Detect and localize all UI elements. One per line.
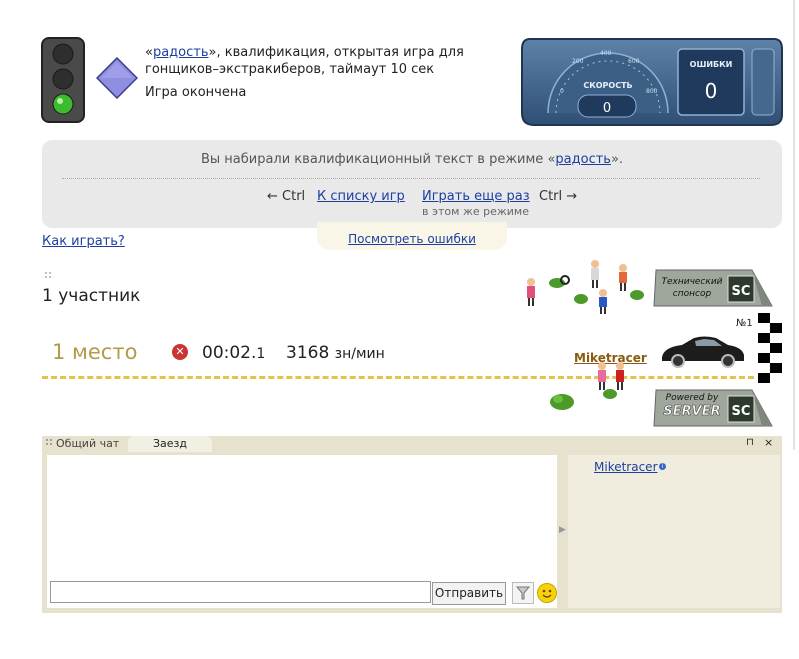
rank-label: №1 [736,318,753,329]
chat-drag-handle-icon[interactable] [45,438,53,448]
powered-by-banner: Powered by SERVER SC [653,389,773,427]
technical-sponsor-banner: Технический спонсор SC [653,269,773,307]
place-label: 1 место [52,340,138,364]
collapse-arrow-icon[interactable]: ▶ [559,525,566,535]
race-time-decimal: 1 [256,346,266,362]
chat-users-list: Miketracer i [568,455,780,608]
smiley-icon[interactable] [537,583,557,603]
qualification-message: Вы набирали квалификационный текст в реж… [42,152,782,167]
race-time-main: 00:02. [202,343,257,363]
typing-speed-unit: зн/мин [334,346,385,362]
how-to-play-link[interactable]: Как играть? [42,234,125,249]
sponsor-line1: Технический [661,277,722,287]
filter-icon[interactable] [512,582,534,604]
speed-scale-200: 200 [572,58,584,65]
powered-line2: SERVER [663,404,720,419]
info-icon[interactable]: i [659,463,666,470]
mode-link[interactable]: радость [153,45,209,60]
spectator-kids-illustration [598,362,624,399]
game-status: Игра окончена [145,85,247,100]
view-errors-tab: Посмотреть ошибки [317,222,507,250]
game-type-diamond-icon [96,57,138,99]
speed-scale-400: 400 [600,50,612,57]
play-again-link[interactable]: Играть еще раз [422,189,530,204]
race-time: 00:02.1 [202,343,265,363]
game-description: «радость», квалификация, открытая игра д… [145,44,475,101]
spectators-illustration [527,260,644,314]
powered-logo: SC [732,404,751,419]
ctrl-right-hint: Ctrl → [539,189,578,204]
info-mode-link[interactable]: радость [555,152,611,167]
bush-icon [550,394,574,410]
sponsor-line2: спонсор [673,289,712,299]
typing-speed: 3168 зн/мин [286,343,385,363]
race-car-icon [662,336,744,368]
chat-panel: Общий чат Заезд ⊓ × Отправить ▶ Miketrac… [42,436,782,613]
speed-scale-800: 800 [646,88,658,95]
qualification-text-after: ». [610,152,624,167]
errors-value: 0 [705,79,718,103]
powered-line1: Powered by [666,393,719,403]
tab-race-chat[interactable]: Заезд [128,436,212,452]
close-icon[interactable]: × [764,437,774,448]
view-errors-link[interactable]: Посмотреть ошибки [348,232,476,246]
ctrl-left-hint: ← Ctrl [267,189,306,204]
finish-flag-icon [758,313,782,383]
games-list-link[interactable]: К списку игр [317,189,405,204]
dotted-divider [62,178,760,179]
chat-message-input[interactable] [50,581,431,603]
page-right-border [793,0,795,450]
chat-user-link[interactable]: Miketracer [594,460,658,474]
tab-general-chat[interactable]: Общий чат [56,437,119,450]
qualification-text-before: Вы набирали квалификационный текст в реж… [200,152,556,167]
pin-icon[interactable]: ⊓ [746,438,756,448]
traffic-light-icon [41,37,85,123]
errors-label: ОШИБКИ [690,60,733,69]
speed-errors-dashboard: 0 200 400 600 800 СКОРОСТЬ 0 ОШИБКИ 0 [521,38,783,126]
participants-count: 1 участник [42,286,141,306]
drag-dots-icon [45,272,51,278]
error-icon: ✕ [172,344,188,360]
speed-scale-600: 600 [628,58,640,65]
race-track-line [42,376,754,379]
speed-value: 0 [603,101,611,116]
chat-messages-area: Отправить [47,455,557,608]
sponsor-logo: SC [732,284,751,299]
speed-scale-0: 0 [560,88,564,95]
typing-speed-value: 3168 [286,343,330,363]
speed-label: СКОРОСТЬ [583,81,632,90]
result-info-box: Вы набирали квалификационный текст в реж… [42,140,782,228]
send-button[interactable]: Отправить [432,582,506,605]
play-again-subtext: в этом же режиме [422,205,529,218]
